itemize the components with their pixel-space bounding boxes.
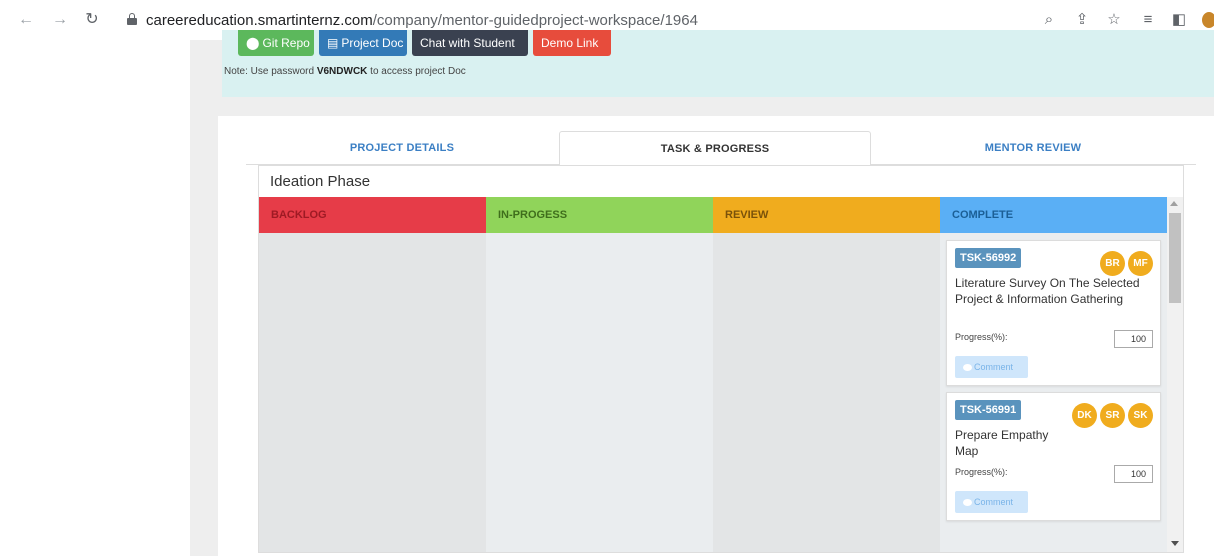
scroll-down-arrow-icon[interactable] [1171,541,1179,546]
url-text[interactable]: careereducation.smartinternz.com/company… [146,12,698,29]
chat-with-student-button[interactable]: Chat with Student [412,30,528,56]
scrollbar-thumb[interactable] [1169,213,1181,303]
reading-list-icon[interactable]: ≡ [1139,11,1157,29]
zoom-icon[interactable]: ⌕ [1040,11,1058,29]
column-header-backlog: BACKLOG [259,197,486,233]
task-title: Literature Survey On The Selected Projec… [955,276,1140,306]
comment-button[interactable]: Comment [955,491,1028,513]
progress-label: Progress(%): [955,467,1008,477]
back-arrow-icon[interactable]: ← [16,10,36,30]
avatar[interactable]: BR [1100,251,1125,276]
comment-button[interactable]: Comment [955,356,1028,378]
tab-task-progress[interactable]: TASK & PROGRESS [559,131,871,166]
column-header-complete: COMPLETE [940,197,1167,233]
progress-label: Progress(%): [955,332,1008,342]
side-panel-icon[interactable]: ◧ [1170,11,1188,29]
password-note: Note: Use password V6NDWCK to access pro… [224,66,466,77]
doc-password: V6NDWCK [316,66,368,77]
task-card[interactable]: TSK-56991 DK SR SK Prepare Empathy Map P… [946,392,1161,521]
comment-icon [963,499,972,506]
document-icon: ▤ [327,36,339,50]
avatar[interactable]: SR [1100,403,1125,428]
tab-mentor-review[interactable]: MENTOR REVIEW [872,131,1194,165]
demo-link-button[interactable]: Demo Link [533,30,611,56]
reload-icon[interactable]: ↻ [82,10,102,30]
task-id-badge: TSK-56991 [955,400,1022,420]
bookmark-star-icon[interactable]: ☆ [1105,11,1123,29]
task-id-badge: TSK-56992 [955,248,1022,268]
progress-input[interactable]: 100 [1114,330,1153,348]
progress-input[interactable]: 100 [1114,465,1153,483]
column-header-review: REVIEW [713,197,940,233]
column-backlog[interactable] [259,233,486,552]
assignee-avatars: DK SR SK [1072,403,1153,428]
avatar[interactable]: SK [1128,403,1153,428]
column-review[interactable] [713,233,940,552]
task-card[interactable]: TSK-56992 BR MF Literature Survey On The… [946,240,1161,386]
profile-avatar[interactable] [1202,12,1214,28]
column-header-in-progress: IN-PROGESS [486,197,713,233]
github-icon: ⬤ [246,36,260,50]
git-repo-button[interactable]: ⬤ Git Repo [238,30,314,56]
column-in-progress[interactable] [486,233,713,552]
workspace-tabs: PROJECT DETAILS TASK & PROGRESS MENTOR R… [246,131,1196,166]
lock-icon[interactable] [127,13,137,25]
board-scrollbar[interactable] [1167,197,1183,552]
forward-arrow-icon[interactable]: → [50,10,70,30]
scroll-up-arrow-icon[interactable] [1170,201,1178,206]
avatar[interactable]: MF [1128,251,1153,276]
project-doc-button[interactable]: ▤ Project Doc [319,30,407,56]
assignee-avatars: BR MF [1100,251,1153,276]
tab-project-details[interactable]: PROJECT DETAILS [246,131,558,165]
phase-title: Ideation Phase [270,173,371,190]
share-icon[interactable]: ⇪ [1073,11,1091,29]
project-action-buttons: ⬤ Git Repo ▤ Project Doc Chat with Student… [238,30,611,56]
task-title: Prepare Empathy Map [955,428,1049,458]
comment-icon [963,364,972,371]
page-left-margin [0,40,190,556]
avatar[interactable]: DK [1072,403,1097,428]
